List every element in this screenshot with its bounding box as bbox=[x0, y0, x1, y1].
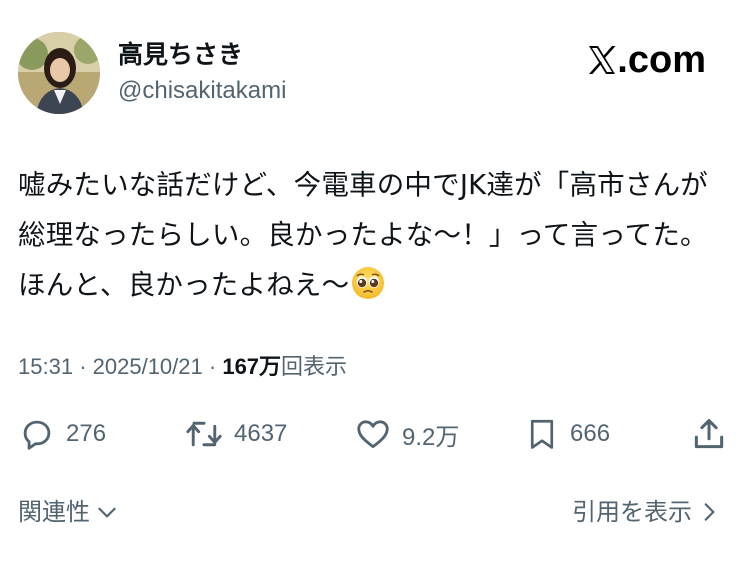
retweet-button[interactable]: 4637 bbox=[184, 414, 287, 454]
meta-separator: · bbox=[79, 354, 87, 379]
tweet-meta: 15:31 · 2025/10/21 · 167万回表示 bbox=[18, 351, 347, 383]
action-bar: 276 4637 9.2万 666 bbox=[18, 414, 732, 454]
reply-icon bbox=[23, 420, 51, 450]
x-domain-text: .com bbox=[617, 39, 706, 81]
author-display-name[interactable]: 高見ちさき bbox=[118, 40, 243, 70]
bookmark-count: 666 bbox=[570, 420, 611, 447]
x-logo: .com bbox=[587, 40, 706, 80]
tweet-text: 嘘みたいな話だけど、今電車の中でJK達が「高市さんが総理なったらしい。良かったよ… bbox=[18, 160, 718, 316]
x-icon bbox=[589, 46, 616, 74]
avatar-photo bbox=[18, 32, 100, 114]
share-icon bbox=[694, 419, 724, 449]
heart-icon bbox=[357, 420, 389, 449]
tweet-date[interactable]: 2025/10/21 bbox=[93, 354, 203, 379]
chevron-down-icon bbox=[98, 507, 116, 518]
bookmark-icon bbox=[530, 419, 554, 449]
views-count: 167万 bbox=[222, 354, 282, 379]
retweet-count: 4637 bbox=[234, 420, 288, 447]
related-sort-toggle[interactable]: 関連性 bbox=[18, 496, 120, 528]
like-count: 9.2万 bbox=[402, 423, 460, 451]
avatar[interactable] bbox=[18, 32, 100, 114]
chevron-right-icon bbox=[704, 503, 715, 521]
meta-separator-2: · bbox=[208, 354, 217, 379]
view-quotes-label: 引用を表示 bbox=[572, 498, 692, 526]
reply-count: 276 bbox=[66, 420, 107, 447]
views-label: 回表示 bbox=[281, 354, 348, 379]
related-label: 関連性 bbox=[18, 498, 90, 526]
tweet-time[interactable]: 15:31 bbox=[18, 354, 73, 379]
view-quotes-link[interactable]: 引用を表示 bbox=[572, 496, 722, 528]
like-button[interactable]: 9.2万 bbox=[354, 414, 459, 454]
pleading-face-emoji-icon bbox=[351, 266, 385, 316]
bookmark-button[interactable]: 666 bbox=[524, 414, 610, 454]
reply-button[interactable]: 276 bbox=[18, 414, 106, 454]
share-button[interactable] bbox=[690, 414, 728, 454]
author-handle[interactable]: @chisakitakami bbox=[118, 76, 286, 106]
retweet-icon bbox=[186, 421, 222, 447]
